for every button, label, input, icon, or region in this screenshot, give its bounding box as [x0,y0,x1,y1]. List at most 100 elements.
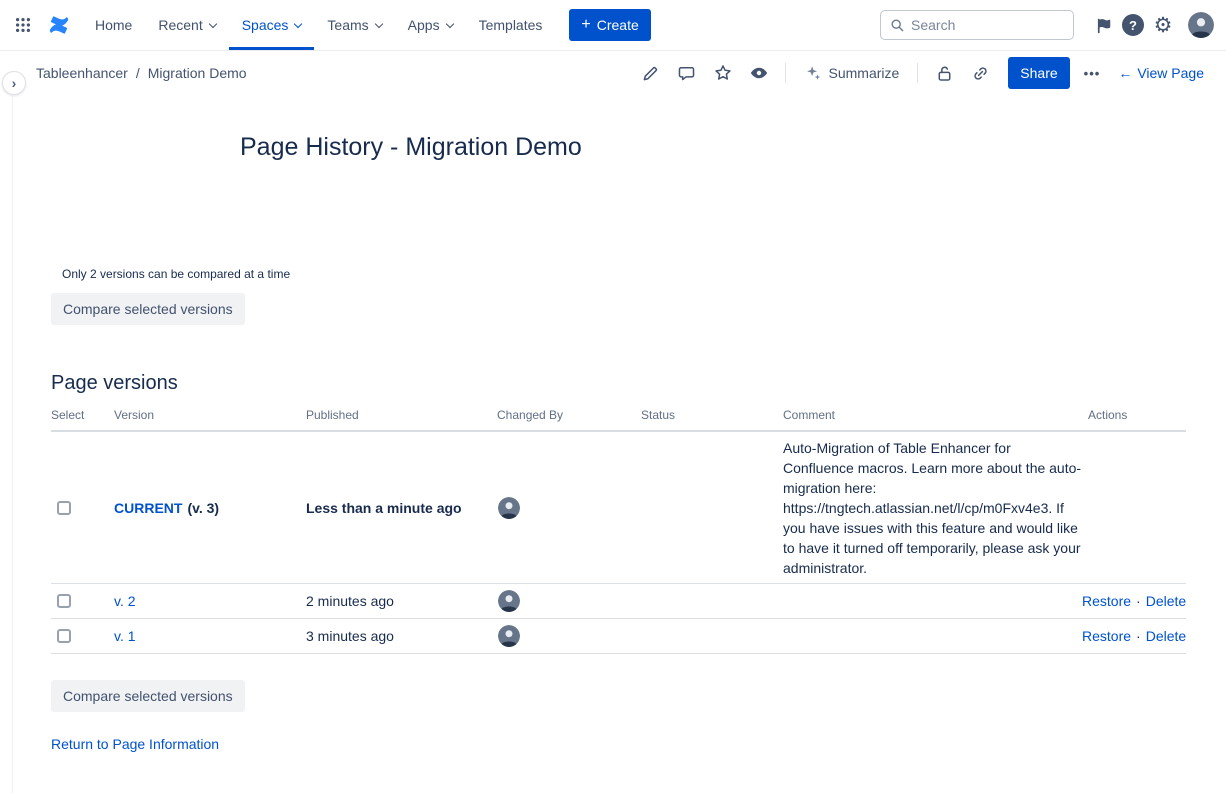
chevron-down-icon [445,19,453,27]
version-checkbox[interactable] [57,501,71,515]
share-button[interactable]: Share [1008,57,1069,89]
chevron-right-icon: › [12,75,17,91]
star-icon [713,63,733,83]
eye-icon [749,63,769,83]
table-header-row: Select Version Published Changed By Stat… [51,408,1186,432]
summarize-button[interactable]: Summarize [798,60,906,86]
nav-teams-label: Teams [327,17,368,33]
sparkle-icon [804,64,822,82]
changed-by-avatar [498,590,520,612]
compare-note: Only 2 versions can be compared at a tim… [62,267,1186,281]
breadcrumb: Tableenhancer / Migration Demo [36,65,247,81]
flag-icon [1094,16,1113,35]
col-header-comment: Comment [783,408,1082,422]
nav-home[interactable]: Home [82,0,145,50]
published-cell: 2 minutes ago [306,593,497,609]
user-avatar-image [1188,12,1214,38]
link-icon [971,64,990,83]
delete-link[interactable]: Delete [1146,593,1186,609]
plus-icon: + [581,17,590,33]
col-header-changed-by: Changed By [497,408,641,422]
unlock-icon [935,64,954,83]
breadcrumb-space-link[interactable]: Tableenhancer [36,65,128,81]
toolbar-divider [917,63,918,83]
nav-spaces-label: Spaces [242,17,289,33]
primary-nav: Home Recent Spaces Teams Apps Templates [82,0,555,50]
nav-apps-label: Apps [408,17,440,33]
expand-sidebar-button[interactable]: › [2,71,26,95]
version-checkbox[interactable] [57,594,71,608]
table-row-version-2: v. 2 2 minutes ago Restore · Delete [51,584,1186,619]
confluence-logo[interactable] [46,12,72,38]
restore-link[interactable]: Restore [1082,593,1131,609]
page-title: Page History - Migration Demo [240,131,1186,163]
version-link[interactable]: v. 1 [114,628,136,644]
favourite-button[interactable] [709,59,737,87]
search-box[interactable] [880,10,1074,40]
pencil-icon [641,64,660,83]
top-navigation-bar: Home Recent Spaces Teams Apps Templates … [0,0,1226,51]
restrictions-button[interactable] [930,59,958,87]
gear-icon: ⚙ [1154,15,1173,36]
more-actions-button[interactable]: ••• [1078,62,1107,85]
compare-selected-versions-button-bottom[interactable]: Compare selected versions [51,680,245,712]
view-page-link[interactable]: ← View Page [1118,65,1204,81]
version-number-suffix: (v. 3) [187,500,219,516]
nav-recent-label: Recent [158,17,202,33]
published-cell: Less than a minute ago [306,500,497,516]
copy-link-button[interactable] [966,59,994,87]
nav-home-label: Home [95,17,132,33]
page-versions-heading: Page versions [51,371,1186,395]
chevron-down-icon [374,19,382,27]
version-checkbox[interactable] [57,629,71,643]
table-row-version-1: v. 1 3 minutes ago Restore·Delete [51,619,1186,654]
col-header-actions: Actions [1082,408,1186,422]
toolbar-divider [785,63,786,83]
confluence-logo-icon [46,12,72,38]
comment-icon [677,64,696,83]
page-history-content: Page History - Migration Demo Only 2 ver… [0,131,1226,752]
search-icon [889,17,905,33]
create-button[interactable]: + Create [569,9,650,41]
nav-templates[interactable]: Templates [466,0,556,50]
restore-link[interactable]: Restore [1082,628,1131,644]
table-row-current-version: CURRENT (v. 3) Less than a minute ago Aut… [51,432,1186,584]
actions-separator: · [1136,628,1141,644]
version-link[interactable]: v. 2 [114,593,136,609]
actions-cell: Restore · Delete [1082,593,1186,609]
return-to-page-information-link[interactable]: Return to Page Information [51,736,219,752]
chevron-down-icon [208,19,216,27]
nav-spaces[interactable]: Spaces [229,0,315,50]
col-header-select: Select [51,408,114,422]
summarize-label: Summarize [829,65,900,81]
page-actions: Summarize Share ••• ← View Page [637,57,1205,89]
settings-button[interactable]: ⚙ [1148,10,1178,40]
create-button-label: Create [597,17,639,33]
app-switcher-button[interactable] [8,10,38,40]
nav-teams[interactable]: Teams [314,0,394,50]
nav-apps[interactable]: Apps [395,0,466,50]
breadcrumb-page-link[interactable]: Migration Demo [148,65,247,81]
edit-button[interactable] [637,59,665,87]
compare-selected-versions-button-top[interactable]: Compare selected versions [51,293,245,325]
nav-recent[interactable]: Recent [145,0,228,50]
chevron-down-icon [294,19,302,27]
profile-avatar[interactable] [1188,12,1214,38]
actions-separator: · [1136,593,1141,609]
col-header-published: Published [306,408,497,422]
watch-button[interactable] [745,59,773,87]
comment-cell: Auto-Migration of Table Enhancer for Con… [783,438,1082,578]
help-button[interactable]: ? [1118,10,1148,40]
comments-button[interactable] [673,59,701,87]
version-link-current[interactable]: CURRENT [114,500,182,516]
grid-icon [14,16,32,34]
delete-link[interactable]: Delete [1146,628,1186,644]
flag-button[interactable] [1088,10,1118,40]
page-versions-table: Select Version Published Changed By Stat… [51,408,1186,654]
page-toolbar-row: Tableenhancer / Migration Demo [0,51,1226,95]
col-header-status: Status [641,408,783,422]
back-arrow-icon: ← [1118,65,1132,81]
question-icon: ? [1122,14,1144,36]
search-input[interactable] [911,17,1051,33]
breadcrumb-separator: / [136,65,140,81]
